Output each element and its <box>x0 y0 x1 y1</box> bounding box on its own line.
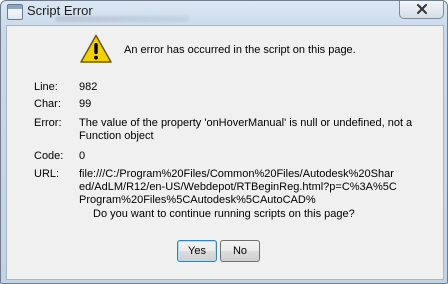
script-error-dialog: Script Error An error has occurred in th… <box>0 0 448 284</box>
line-value: 982 <box>79 81 98 93</box>
close-icon <box>416 4 427 14</box>
error-headline: An error has occurred in the script on t… <box>124 44 356 56</box>
code-value: 0 <box>79 150 86 162</box>
error-label: Error: <box>34 117 62 129</box>
line-label: Line: <box>34 81 58 93</box>
dialog-body: An error has occurred in the script on t… <box>6 25 444 280</box>
char-label: Char: <box>34 98 61 110</box>
title-bar[interactable]: Script Error <box>1 1 447 25</box>
yes-button[interactable]: Yes <box>177 240 217 262</box>
code-label: Code: <box>34 150 64 162</box>
url-value: file:///C:/Program%20Files/Common%20File… <box>79 168 397 206</box>
warning-icon <box>80 34 112 63</box>
no-button[interactable]: No <box>220 240 260 262</box>
error-value: The value of the property 'onHoverManual… <box>79 117 413 142</box>
app-icon <box>7 4 23 20</box>
blurred-background-text <box>55 16 190 22</box>
close-button[interactable] <box>399 1 444 19</box>
char-value: 99 <box>79 98 92 110</box>
url-label: URL: <box>34 168 60 180</box>
continue-prompt: Do you want to continue running scripts … <box>93 208 355 220</box>
